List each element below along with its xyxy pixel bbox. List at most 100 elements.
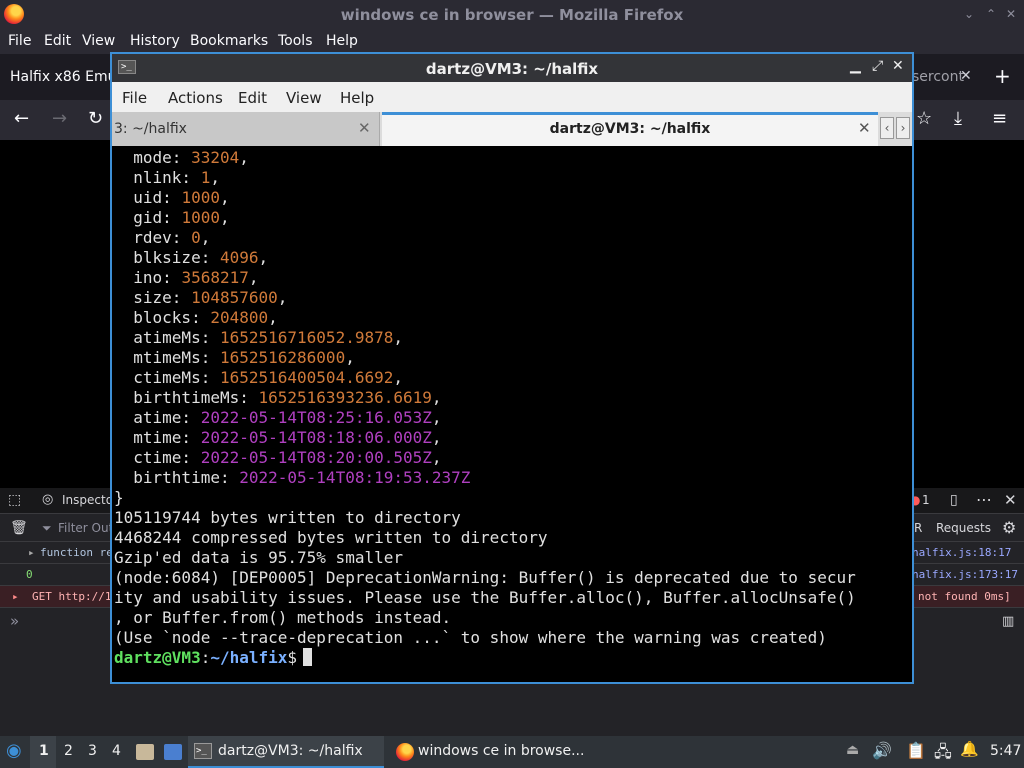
terminal-line: (node:6084) [DEP0005] DeprecationWarning… — [114, 568, 856, 587]
terminal-titlebar[interactable]: >_ dartz@VM3: ~/halfix ▁ ⤢ ✕ — [112, 54, 912, 82]
terminal-title: dartz@VM3: ~/halfix — [425, 60, 599, 78]
filter-input[interactable]: Filter Out — [58, 521, 113, 535]
console-row-source[interactable]: halfix.js:18:17 — [912, 546, 1011, 559]
reload-icon[interactable]: ↻ — [88, 108, 103, 129]
new-tab-icon[interactable]: + — [994, 64, 1011, 88]
updates-icon[interactable]: ⏏ — [846, 742, 859, 758]
close-tab-icon[interactable]: ✕ — [358, 119, 371, 137]
minimize-icon[interactable]: ⌄ — [964, 7, 974, 21]
stat-key: gid: — [114, 208, 182, 227]
terminal-close-icon[interactable]: ✕ — [892, 58, 904, 74]
close-tab-icon[interactable]: ✕ — [858, 119, 871, 137]
terminal-line: atimeMs: 1652516716052.9878, — [114, 328, 403, 348]
inspector-tab[interactable]: Inspecto — [62, 493, 113, 507]
stat-comma: , — [345, 348, 355, 367]
terminal-line: nlink: 1, — [114, 168, 220, 188]
element-picker-icon[interactable]: ⬚ — [8, 492, 21, 508]
terminal-maximize-icon[interactable]: ⤢ — [872, 58, 883, 74]
firefox-titlebar: windows ce in browser — Mozilla Firefox … — [0, 0, 1024, 30]
terminal-tab-2[interactable]: dartz@VM3: ~/halfix ✕ — [382, 112, 878, 146]
stat-comma: , — [219, 188, 230, 207]
tab-other[interactable]: sercont — [912, 69, 964, 85]
settings-gear-icon[interactable]: ⚙ — [1002, 518, 1016, 537]
stat-key: birthtimeMs: — [114, 388, 259, 407]
workspace-2[interactable]: 2 — [64, 743, 73, 759]
more-options-icon[interactable]: ⋯ — [976, 490, 992, 509]
inspector-icon[interactable]: ◎ — [42, 492, 53, 507]
tab-close-icon[interactable]: ✕ — [960, 68, 972, 84]
terminal-tab-1[interactable]: 3: ~/halfix ✕ — [112, 112, 380, 146]
stat-comma: , — [200, 228, 211, 247]
terminal-line: atime: 2022-05-14T08:25:16.053Z, — [114, 408, 441, 428]
stat-key: blksize: — [114, 248, 220, 267]
workspace-1[interactable]: 1 — [39, 743, 49, 759]
console-input-chevron[interactable]: » — [10, 612, 19, 630]
terminal-menu-view[interactable]: View — [286, 89, 322, 107]
expand-arrow-icon[interactable]: ▸ — [28, 546, 35, 559]
stat-value: 1000 — [181, 188, 220, 207]
terminal-output[interactable]: mode: 33204, nlink: 1, uid: 1000, gid: 1… — [112, 146, 912, 682]
tab-scroll-right-icon[interactable]: › — [896, 117, 910, 139]
terminal-menu-file[interactable]: File — [122, 89, 147, 107]
menu-view[interactable]: View — [82, 33, 115, 49]
stat-value: 104857600 — [191, 288, 278, 307]
expand-arrow-icon[interactable]: ▸ — [12, 590, 19, 603]
error-count: 1 — [922, 493, 930, 507]
terminal-tab-1-label: 3: ~/halfix — [114, 121, 187, 137]
shell-prompt[interactable]: dartz@VM3:~/halfix$ — [114, 648, 313, 668]
forward-icon[interactable]: → — [52, 108, 67, 129]
close-window-icon[interactable]: ✕ — [1006, 7, 1016, 21]
stat-comma: , — [393, 328, 403, 347]
requests-filter[interactable]: Requests — [936, 521, 991, 535]
stat-key: rdev: — [114, 228, 192, 247]
workspace-3[interactable]: 3 — [88, 743, 97, 759]
terminal-menu-actions[interactable]: Actions — [168, 89, 223, 107]
terminal-minimize-icon[interactable]: ▁ — [850, 58, 861, 74]
downloads-icon[interactable]: ⤓ — [954, 108, 962, 129]
close-devtools-icon[interactable]: ✕ — [1004, 491, 1017, 509]
stat-comma: , — [239, 148, 249, 167]
terminal-line: mtimeMs: 1652516286000, — [114, 348, 355, 368]
menu-edit[interactable]: Edit — [44, 33, 71, 49]
stat-key: atime: — [114, 408, 201, 427]
menu-file[interactable]: File — [8, 33, 31, 49]
menu-history[interactable]: History — [130, 33, 180, 49]
volume-icon[interactable]: 🔊 — [872, 741, 892, 760]
terminal-menu-edit[interactable]: Edit — [238, 89, 267, 107]
show-desktop-icon[interactable] — [164, 744, 182, 760]
xhr-filter[interactable]: R — [914, 521, 922, 535]
console-row-source: not found 0ms] — [918, 590, 1011, 603]
file-manager-icon[interactable] — [136, 744, 154, 760]
stat-value: 1652516393236.6619 — [258, 388, 432, 407]
maximize-icon[interactable]: ⌃ — [986, 7, 996, 21]
console-row-source[interactable]: halfix.js:173:17 — [912, 568, 1018, 581]
network-icon[interactable]: 🖧 — [934, 741, 952, 768]
terminal-line: size: 104857600, — [114, 288, 287, 308]
menu-help[interactable]: Help — [326, 33, 358, 49]
task-terminal[interactable]: >_ dartz@VM3: ~/halfix — [188, 736, 384, 768]
notifications-icon[interactable]: 🔔 — [960, 740, 979, 758]
task-firefox-label[interactable]: windows ce in browse... — [418, 743, 584, 759]
menu-bookmarks[interactable]: Bookmarks — [190, 33, 268, 49]
back-icon[interactable]: ← — [14, 108, 29, 129]
tab-halfix[interactable]: Halfix x86 Emu — [10, 69, 116, 85]
dock-icon[interactable]: ▯ — [950, 492, 958, 508]
trash-icon[interactable]: 🗑 — [10, 520, 28, 536]
sidebar-toggle-icon[interactable]: ▥ — [1002, 614, 1014, 629]
firefox-menubar: File Edit View History Bookmarks Tools H… — [0, 30, 1024, 54]
hamburger-menu-icon[interactable]: ≡ — [992, 108, 1007, 129]
stat-comma: , — [431, 428, 442, 447]
start-menu-icon[interactable]: ◉ — [6, 740, 22, 761]
tab-scroll-left-icon[interactable]: ‹ — [880, 117, 894, 139]
clipboard-icon[interactable]: 📋 — [906, 741, 926, 760]
bookmark-star-icon[interactable]: ☆ — [916, 108, 932, 129]
menu-tools[interactable]: Tools — [278, 33, 313, 49]
stat-key: birthtime: — [114, 468, 240, 487]
stat-key: uid: — [114, 188, 182, 207]
terminal-menu-help[interactable]: Help — [340, 89, 374, 107]
terminal-window[interactable]: >_ dartz@VM3: ~/halfix ▁ ⤢ ✕ File Action… — [110, 52, 914, 684]
firefox-window-title: windows ce in browser — Mozilla Firefox — [340, 6, 684, 24]
stat-comma: , — [393, 368, 403, 387]
workspace-4[interactable]: 4 — [112, 743, 121, 759]
stat-comma: , — [277, 288, 288, 307]
